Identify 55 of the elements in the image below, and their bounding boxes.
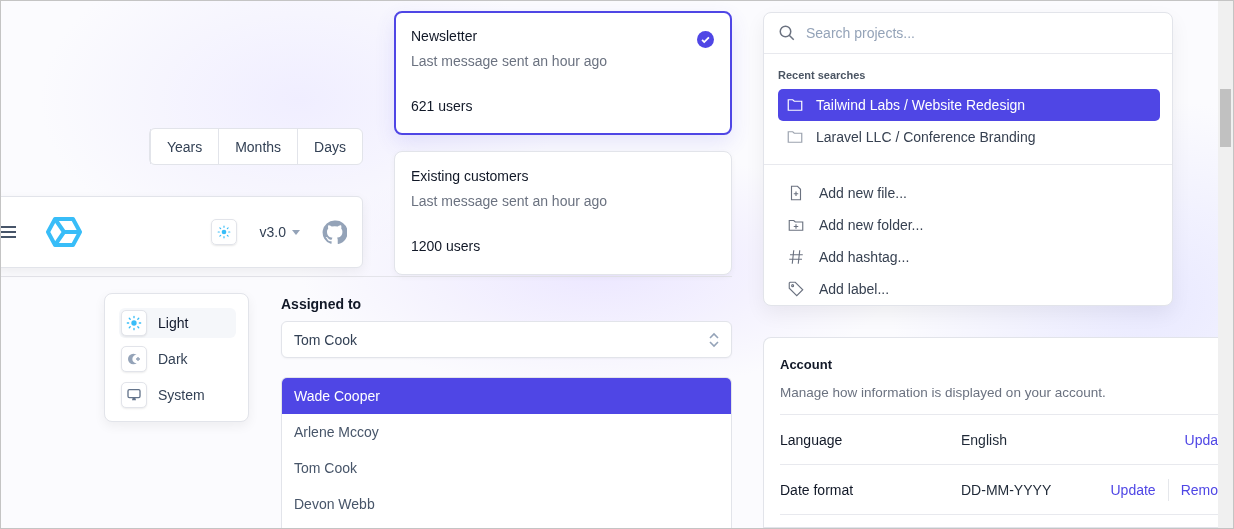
recent-search-item[interactable]: Tailwind Labs / Website Redesign — [778, 89, 1160, 121]
theme-toggle-button[interactable] — [210, 219, 237, 245]
hashtag-icon — [787, 248, 805, 266]
action-item[interactable]: Add label... — [764, 273, 890, 305]
assignee-select[interactable]: Tom Cook — [281, 321, 732, 358]
card-subtitle: Last message sent an hour ago — [411, 53, 609, 69]
version-dropdown[interactable]: v3.0 — [259, 224, 300, 240]
list-card[interactable]: Newsletter Last message sent an hour ago 621 users — [394, 11, 732, 135]
setting-label: Date format — [780, 481, 855, 498]
segment-tab[interactable]: Months — [218, 129, 298, 164]
theme-option[interactable]: Light — [119, 308, 236, 338]
list-option[interactable]: Arlene Mccoy — [282, 414, 731, 450]
theme-option[interactable]: Dark — [119, 344, 236, 374]
sun-icon — [121, 310, 147, 336]
action-item[interactable]: Add new file... — [764, 177, 907, 209]
menu-icon[interactable] — [1, 225, 16, 239]
segment-tab[interactable]: Days — [297, 129, 362, 164]
scrollbar[interactable] — [1218, 1, 1233, 528]
section-title: Account — [780, 357, 833, 372]
setting-value: English — [961, 431, 1008, 448]
setting-value: DD-MM-YYYY — [961, 481, 1053, 498]
chevron-updown-icon — [709, 331, 719, 348]
recent-search-item[interactable]: Laravel LLC / Conference Branding — [778, 121, 1160, 153]
tag-icon — [787, 280, 805, 298]
setting-label: Language — [780, 431, 844, 448]
setting-link[interactable]: Upda — [1184, 431, 1218, 448]
segment-tab[interactable]: Years — [149, 129, 219, 164]
list-card[interactable]: Existing customers Last message sent an hour ago 1200 users — [394, 151, 732, 275]
moon-icon — [121, 346, 147, 372]
user-count: 1200 users — [411, 238, 482, 254]
folder-icon — [786, 96, 804, 114]
setting-link[interactable]: Remo — [1180, 481, 1218, 498]
action-item[interactable]: Add new folder... — [764, 209, 924, 241]
list-option[interactable]: Tom Cook — [282, 450, 731, 486]
theme-option[interactable]: System — [119, 380, 236, 410]
setting-link[interactable]: Update — [1110, 481, 1156, 498]
search-field[interactable]: Search projects... — [806, 25, 1158, 41]
cube-logo-icon[interactable] — [46, 216, 82, 248]
section-heading: Recent searches — [778, 69, 867, 81]
caret-icon — [292, 229, 300, 235]
monitor-icon — [121, 382, 147, 408]
list-option[interactable]: Devon Webb — [282, 486, 731, 522]
user-count: 621 users — [411, 98, 474, 114]
search-icon — [778, 24, 796, 42]
card-subtitle: Last message sent an hour ago — [411, 193, 609, 209]
card-title: Existing customers — [411, 168, 529, 184]
action-item[interactable]: Add hashtag... — [764, 241, 910, 273]
section-description: Manage how information is displayed on your account. — [780, 385, 1218, 415]
field-label: Assigned to — [281, 296, 363, 312]
check-circle-icon — [697, 31, 714, 48]
card-title: Newsletter — [411, 28, 478, 44]
folder-icon — [786, 128, 804, 146]
sun-icon — [216, 225, 231, 239]
round-logo-icon[interactable] — [322, 219, 347, 245]
list-option[interactable]: Wade Cooper — [282, 378, 731, 414]
